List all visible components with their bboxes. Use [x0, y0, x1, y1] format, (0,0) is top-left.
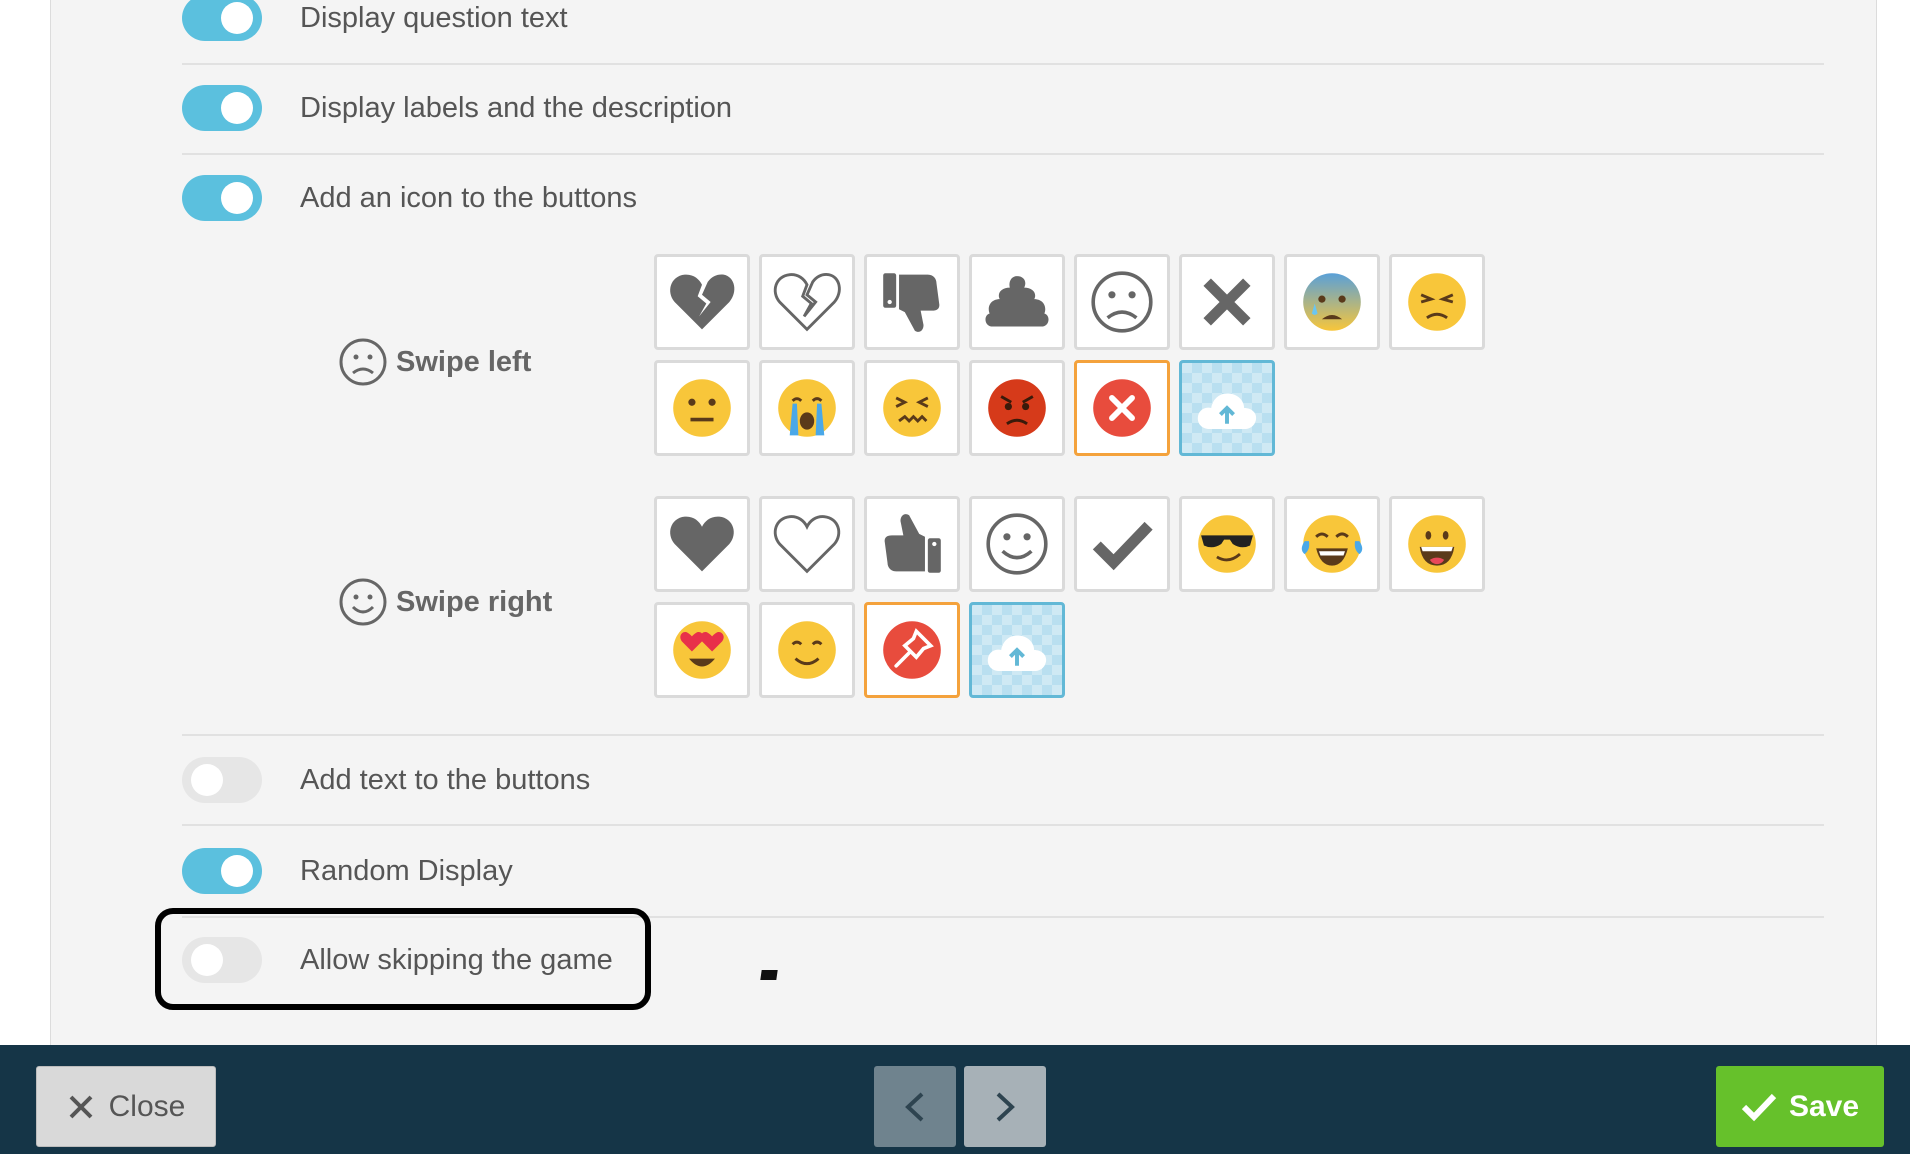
close-button[interactable]: Close: [36, 1066, 216, 1147]
toggle-knob: [221, 855, 253, 887]
cloud-upload-icon: [987, 635, 1047, 672]
broken-heart-filled-icon[interactable]: [654, 254, 750, 350]
add-text-label: Add text to the buttons: [300, 763, 591, 796]
toggle-knob: [221, 2, 253, 34]
grinning-face-emoji[interactable]: [1389, 496, 1485, 592]
close-icon: [69, 1095, 93, 1118]
anxious-face-emoji[interactable]: [1284, 254, 1380, 350]
thumbs-down-icon[interactable]: [864, 254, 960, 350]
toggle-knob: [221, 182, 253, 214]
swipe-right-label: Swipe right: [396, 585, 553, 618]
cross-icon[interactable]: [1179, 254, 1275, 350]
setting-row-add-text: Add text to the buttons: [182, 734, 1824, 824]
chevron-right-icon: [996, 1092, 1015, 1121]
swipe-right-heading: Swipe right: [338, 577, 552, 627]
red-pin-circle-icon[interactable]: [864, 602, 960, 698]
confounded-face-emoji[interactable]: [864, 360, 960, 456]
annotation-mark: [760, 970, 778, 980]
toggle-knob: [221, 92, 253, 124]
setting-row-display-question-text: Display question text: [182, 0, 1824, 65]
save-button[interactable]: Save: [1716, 1066, 1884, 1147]
tears-of-joy-emoji[interactable]: [1284, 496, 1380, 592]
display-question-text-label: Display question text: [300, 1, 568, 34]
add-icon-toggle[interactable]: [182, 175, 262, 221]
swipe-left-label: Swipe left: [396, 345, 532, 378]
checkmark-icon: [1741, 1093, 1777, 1121]
smiling-face-emoji[interactable]: [759, 602, 855, 698]
swipe-left-heading: Swipe left: [338, 337, 531, 387]
random-display-label: Random Display: [300, 854, 513, 887]
setting-row-random-display: Random Display: [182, 824, 1824, 918]
annotation-highlight-box: [155, 908, 651, 1010]
chevron-left-icon: [905, 1092, 924, 1121]
add-text-toggle[interactable]: [182, 757, 262, 803]
add-icon-label: Add an icon to the buttons: [300, 181, 637, 214]
toggle-knob: [191, 764, 223, 796]
random-display-toggle[interactable]: [182, 848, 262, 894]
save-label: Save: [1788, 1089, 1860, 1123]
setting-row-display-labels: Display labels and the description: [182, 63, 1824, 155]
sad-face-outline-icon[interactable]: [1074, 254, 1170, 350]
angry-face-emoji[interactable]: [969, 360, 1065, 456]
swipe-right-icon-grid: [654, 496, 1485, 698]
upload-image-button[interactable]: [1179, 360, 1275, 456]
upload-image-button[interactable]: [969, 602, 1065, 698]
checkmark-icon[interactable]: [1074, 496, 1170, 592]
heart-eyes-emoji[interactable]: [654, 602, 750, 698]
thumbs-up-icon[interactable]: [864, 496, 960, 592]
display-question-text-toggle[interactable]: [182, 0, 262, 41]
close-label: Close: [108, 1089, 186, 1123]
smile-face-outline-icon[interactable]: [969, 496, 1065, 592]
swipe-left-icon-grid: [654, 254, 1485, 456]
display-labels-toggle[interactable]: [182, 85, 262, 131]
persevering-face-emoji[interactable]: [1389, 254, 1485, 350]
crying-face-emoji[interactable]: [759, 360, 855, 456]
neutral-face-emoji[interactable]: [654, 360, 750, 456]
footer-bar: Close Save: [0, 1045, 1910, 1154]
sunglasses-face-emoji[interactable]: [1179, 496, 1275, 592]
display-labels-label: Display labels and the description: [300, 91, 733, 124]
heart-filled-icon[interactable]: [654, 496, 750, 592]
smile-face-icon: [339, 578, 387, 626]
red-x-circle-icon[interactable]: [1074, 360, 1170, 456]
broken-heart-outline-icon[interactable]: [759, 254, 855, 350]
sad-face-icon: [339, 338, 387, 386]
poop-icon[interactable]: [969, 254, 1065, 350]
setting-row-add-icon: Add an icon to the buttons: [182, 153, 1824, 243]
cloud-upload-icon: [1197, 393, 1257, 430]
heart-outline-icon[interactable]: [759, 496, 855, 592]
previous-button[interactable]: [874, 1066, 956, 1147]
next-button[interactable]: [964, 1066, 1046, 1147]
